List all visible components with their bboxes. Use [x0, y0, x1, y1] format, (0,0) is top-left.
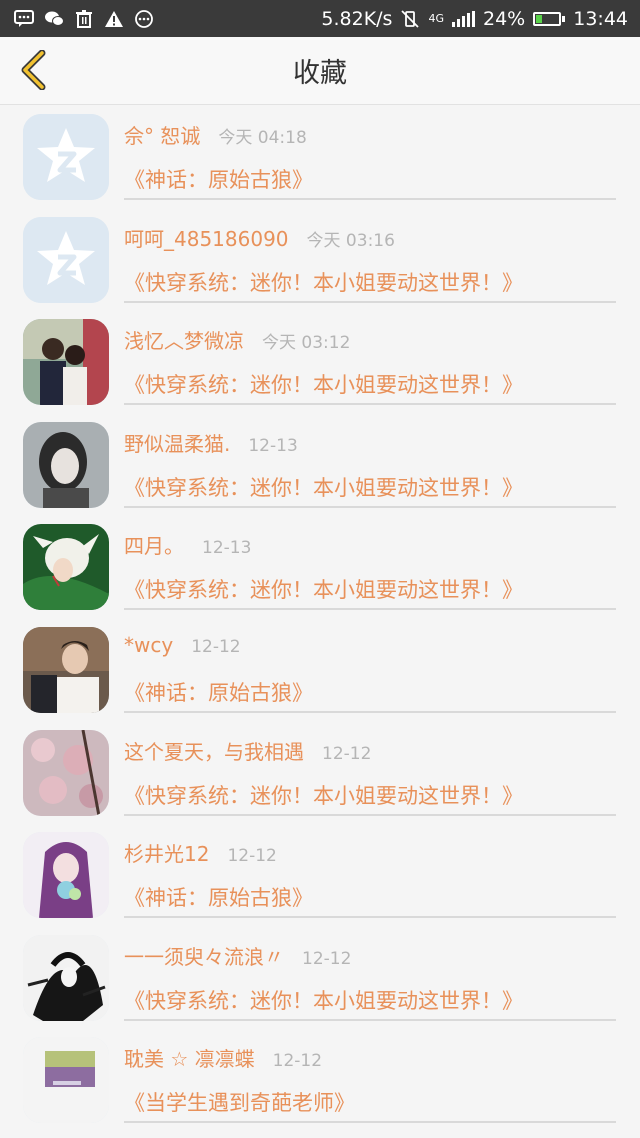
- list-item[interactable]: 浅忆︿梦微凉 今天 03:12 《快穿系统：迷你！本小姐要动这世界！》: [0, 311, 640, 414]
- network-type: 4G: [428, 12, 444, 25]
- divider: [124, 300, 616, 303]
- avatar-ink-drawing[interactable]: [23, 934, 109, 1021]
- trash-icon: [74, 9, 94, 28]
- page-title: 收藏: [293, 58, 347, 89]
- more-icon: [134, 9, 154, 28]
- timestamp: 12-13: [202, 538, 252, 559]
- divider: [124, 198, 616, 200]
- book-title-link[interactable]: 《神话：原始古狼》: [124, 882, 313, 912]
- divider: [124, 403, 616, 406]
- book-title-link[interactable]: 《快穿系统：迷你！本小姐要动这世界！》: [124, 985, 523, 1015]
- avatar-anime-purple[interactable]: [23, 832, 109, 919]
- list-item[interactable]: 一一须臾々流浪〃 12-12 《快穿系统：迷你！本小姐要动这世界！》: [0, 927, 640, 1030]
- back-button[interactable]: [10, 47, 56, 93]
- list-item[interactable]: 呵呵_485186090 今天 03:16 《快穿系统：迷你！本小姐要动这世界！…: [0, 209, 640, 312]
- book-title-link[interactable]: 《神话：原始古狼》: [124, 164, 313, 194]
- avatar-boy-photo[interactable]: [23, 626, 109, 713]
- battery-percent: 24%: [483, 7, 526, 30]
- notification-icons: [14, 9, 154, 28]
- timestamp: 今天 03:12: [262, 333, 351, 354]
- signal-icon: [452, 10, 475, 27]
- favorites-list: 佘° 恕诚 今天 04:18 《神话：原始古狼》 呵呵_485186090 今天…: [0, 106, 640, 1132]
- timestamp: 12-13: [248, 435, 298, 456]
- username[interactable]: 一一须臾々流浪〃: [124, 941, 284, 970]
- list-item[interactable]: 这个夏天，与我相遇 12-12 《快穿系统：迷你！本小姐要动这世界！》: [0, 722, 640, 825]
- timestamp: 今天 03:16: [306, 230, 395, 251]
- net-speed: 5.82K/s: [321, 7, 393, 30]
- divider: [124, 813, 616, 816]
- username[interactable]: 浅忆︿梦微凉: [124, 325, 244, 354]
- battery-icon: [533, 11, 566, 26]
- username[interactable]: 耽美 ☆ 凛凛蝶: [124, 1043, 255, 1072]
- divider: [124, 710, 616, 713]
- timestamp: 今天 04:18: [218, 128, 307, 148]
- status-bar: 5.82K/s 4G 24% 13:44: [0, 0, 640, 37]
- list-item[interactable]: 耽美 ☆ 凛凛蝶 12-12 《当学生遇到奇葩老师》: [0, 1029, 640, 1132]
- timestamp: 12-12: [322, 743, 372, 764]
- avatar-anime-green[interactable]: [23, 524, 109, 611]
- book-title-link[interactable]: 《快穿系统：迷你！本小姐要动这世界！》: [124, 369, 523, 399]
- wechat-icon: [44, 10, 64, 28]
- username[interactable]: 野似温柔猫.: [124, 428, 230, 457]
- list-item[interactable]: 佘° 恕诚 今天 04:18 《神话：原始古狼》: [0, 106, 640, 209]
- username[interactable]: 杉井光12: [124, 838, 209, 867]
- avatar-qq-default[interactable]: [23, 216, 109, 303]
- divider: [124, 1121, 616, 1124]
- timestamp: 12-12: [302, 948, 352, 969]
- timestamp: 12-12: [191, 636, 241, 657]
- book-title-link[interactable]: 《当学生遇到奇葩老师》: [124, 1087, 355, 1117]
- clock: 13:44: [573, 7, 628, 30]
- divider: [124, 1018, 616, 1021]
- warning-icon: [104, 10, 124, 28]
- username[interactable]: 呵呵_485186090: [124, 223, 289, 252]
- username[interactable]: *wcy: [124, 633, 173, 657]
- avatar-blossom-photo[interactable]: [23, 729, 109, 816]
- username[interactable]: 佘° 恕诚: [124, 120, 200, 149]
- message-icon: [14, 9, 34, 28]
- divider: [124, 916, 616, 919]
- book-title-link[interactable]: 《快穿系统：迷你！本小姐要动这世界！》: [124, 472, 523, 502]
- title-bar: 收藏: [0, 37, 640, 105]
- list-item[interactable]: 四月。 12-13 《快穿系统：迷你！本小姐要动这世界！》: [0, 516, 640, 619]
- list-item[interactable]: 杉井光12 12-12 《神话：原始古狼》: [0, 824, 640, 927]
- avatar-girl-photo[interactable]: [23, 421, 109, 508]
- vibrate-off-icon: [400, 9, 420, 28]
- timestamp: 12-12: [227, 846, 277, 867]
- book-title-link[interactable]: 《神话：原始古狼》: [124, 677, 313, 707]
- chevron-left-icon: [21, 50, 46, 90]
- divider: [124, 608, 616, 611]
- username[interactable]: 这个夏天，与我相遇: [124, 736, 304, 765]
- avatar-qq-default[interactable]: [23, 114, 109, 200]
- list-item[interactable]: 野似温柔猫. 12-13 《快穿系统：迷你！本小姐要动这世界！》: [0, 414, 640, 517]
- book-title-link[interactable]: 《快穿系统：迷你！本小姐要动这世界！》: [124, 574, 523, 604]
- username[interactable]: 四月。: [124, 530, 184, 559]
- book-title-link[interactable]: 《快穿系统：迷你！本小姐要动这世界！》: [124, 267, 523, 297]
- divider: [124, 505, 616, 508]
- list-item[interactable]: *wcy 12-12 《神话：原始古狼》: [0, 619, 640, 722]
- avatar-couple-photo[interactable]: [23, 319, 109, 406]
- avatar-small-photo[interactable]: [23, 1037, 109, 1124]
- book-title-link[interactable]: 《快穿系统：迷你！本小姐要动这世界！》: [124, 780, 523, 810]
- timestamp: 12-12: [272, 1051, 323, 1072]
